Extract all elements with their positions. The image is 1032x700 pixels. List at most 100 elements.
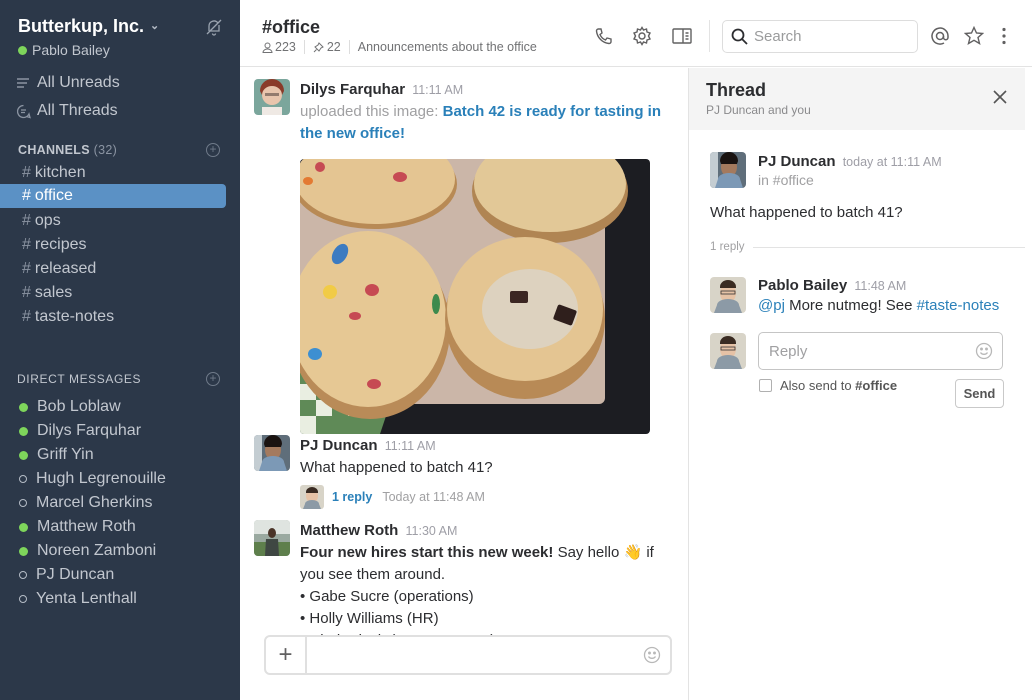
team-name: Butterkup, Inc. <box>18 16 145 36</box>
reply-input[interactable] <box>769 341 969 361</box>
avatar <box>710 333 746 369</box>
channel-name: sales <box>34 284 73 301</box>
dm-item[interactable]: Bob Loblaw <box>19 395 121 419</box>
avatar[interactable] <box>710 152 746 188</box>
thread-channel[interactable]: in #office <box>758 172 814 188</box>
also-send-option[interactable]: Also send to #office <box>759 378 897 393</box>
channel-item-office[interactable]: # office <box>0 184 226 208</box>
channel-item-recipes[interactable]: # recipes <box>0 233 226 257</box>
channel-item-taste-notes[interactable]: # taste-notes <box>0 305 226 329</box>
message-author[interactable]: PJ Duncan <box>300 437 378 454</box>
emoji-icon[interactable] <box>975 342 993 360</box>
member-count[interactable]: 223 <box>275 40 296 54</box>
more-options-icon[interactable] <box>994 26 1014 46</box>
channel-item-sales[interactable]: # sales <box>0 281 226 305</box>
gear-icon[interactable] <box>632 26 652 46</box>
divider <box>709 20 710 52</box>
bullet-text: Holly Williams (HR) <box>309 610 439 627</box>
message-author[interactable]: Pablo Bailey <box>758 277 847 294</box>
dm-item[interactable]: Yenta Lenthall <box>19 587 137 611</box>
star-icon[interactable] <box>964 26 984 46</box>
phone-icon[interactable] <box>594 26 614 46</box>
reply-count-link[interactable]: 1 reply <box>332 486 372 508</box>
sidebar: Butterkup, Inc. ⌄ Pablo Bailey All Unread… <box>0 0 240 700</box>
bell-off-icon[interactable] <box>205 18 223 36</box>
message-timestamp[interactable]: 11:11 AM <box>412 83 463 97</box>
channel-item-released[interactable]: # released <box>0 257 226 281</box>
online-status-icon <box>19 546 28 556</box>
search-input[interactable] <box>754 28 904 45</box>
nav-all-threads[interactable]: All Threads <box>16 102 118 120</box>
dm-item[interactable]: Noreen Zamboni <box>19 539 156 563</box>
cookies-photo <box>300 159 650 434</box>
dm-item[interactable]: Griff Yin <box>19 443 94 467</box>
team-menu[interactable]: Butterkup, Inc. ⌄ <box>18 16 159 37</box>
online-status-icon <box>18 45 27 55</box>
message-text: What happened to batch 41? <box>300 459 493 476</box>
avatar[interactable] <box>254 435 290 471</box>
also-send-checkbox[interactable] <box>759 379 772 392</box>
message-author[interactable]: PJ Duncan <box>758 153 836 170</box>
message-timestamp[interactable]: today at 11:11 AM <box>843 155 942 169</box>
last-reply-time: Today at 11:48 AM <box>382 490 485 504</box>
reply-divider: 1 reply <box>710 241 1025 253</box>
dm-item[interactable]: Hugh Legrenouille <box>19 467 166 491</box>
message-timestamp[interactable]: 11:11 AM <box>385 439 436 453</box>
current-user-status[interactable]: Pablo Bailey <box>18 42 110 58</box>
search-box[interactable] <box>722 20 918 53</box>
slack-app: Butterkup, Inc. ⌄ Pablo Bailey All Unread… <box>0 0 1032 700</box>
mention-link[interactable]: @pj <box>758 297 785 314</box>
search-icon <box>731 28 748 45</box>
dm-item[interactable]: Marcel Gherkins <box>19 491 152 515</box>
direct-messages-header[interactable]: DIRECT MESSAGES <box>17 372 141 386</box>
upload-prefix: uploaded this image: <box>300 103 439 120</box>
add-attachment-button[interactable]: + <box>266 637 307 673</box>
uploaded-image[interactable] <box>300 159 650 434</box>
pinned-count[interactable]: 22 <box>327 40 341 54</box>
add-channel-icon[interactable]: + <box>206 143 220 157</box>
divider-line <box>752 246 1025 248</box>
channel-title[interactable]: #office <box>262 17 320 38</box>
avatar[interactable] <box>254 520 290 556</box>
channel-name: recipes <box>34 236 87 253</box>
nav-all-unreads[interactable]: All Unreads <box>16 74 120 92</box>
dm-name: Dilys Farquhar <box>37 422 142 439</box>
dm-item[interactable]: Dilys Farquhar <box>19 419 141 443</box>
message-author[interactable]: Dilys Farquhar <box>300 81 405 98</box>
reply-body: More nutmeg! See <box>789 297 913 314</box>
channel-link[interactable]: #taste-notes <box>917 297 1000 314</box>
emoji-icon[interactable] <box>643 646 661 664</box>
channel-item-ops[interactable]: # ops <box>0 209 226 233</box>
close-icon[interactable] <box>991 88 1009 106</box>
channel-item-kitchen[interactable]: # kitchen <box>0 161 226 185</box>
message-composer: + <box>264 635 672 675</box>
send-button[interactable]: Send <box>955 379 1004 408</box>
avatar[interactable] <box>710 277 746 313</box>
channels-header-label: CHANNELS <box>18 143 90 157</box>
hash-icon: # <box>22 236 31 253</box>
thread-title: Thread <box>706 80 767 100</box>
channel-topic[interactable]: Announcements about the office <box>358 40 537 54</box>
nav-label: All Unreads <box>37 74 120 91</box>
hash-icon: # <box>22 260 31 277</box>
details-pane-icon[interactable] <box>672 26 692 46</box>
thread-summary[interactable]: 1 reply Today at 11:48 AM <box>300 485 680 509</box>
add-dm-icon[interactable]: + <box>206 372 220 386</box>
bullet-item: • Gabe Sucre (operations) <box>300 588 474 605</box>
hash-icon: # <box>22 187 31 204</box>
dm-item[interactable]: PJ Duncan <box>19 563 114 587</box>
channels-header[interactable]: CHANNELS (32) <box>18 143 117 157</box>
hash-icon: # <box>22 308 31 325</box>
dm-item[interactable]: Matthew Roth <box>19 515 136 539</box>
message-body: Dilys Farquhar 11:11 AM uploaded this im… <box>300 79 680 145</box>
mentions-icon[interactable] <box>930 26 950 46</box>
nav-label: All Threads <box>37 102 118 119</box>
dm-name: Yenta Lenthall <box>36 590 137 607</box>
message-input[interactable] <box>312 643 632 667</box>
avatar[interactable] <box>254 79 290 115</box>
message-author[interactable]: Matthew Roth <box>300 522 398 539</box>
message-timestamp[interactable]: 11:48 AM <box>854 279 906 293</box>
online-status-icon <box>19 402 28 412</box>
message-list[interactable]: Dilys Farquhar 11:11 AM uploaded this im… <box>240 68 688 700</box>
message-timestamp[interactable]: 11:30 AM <box>406 524 458 538</box>
